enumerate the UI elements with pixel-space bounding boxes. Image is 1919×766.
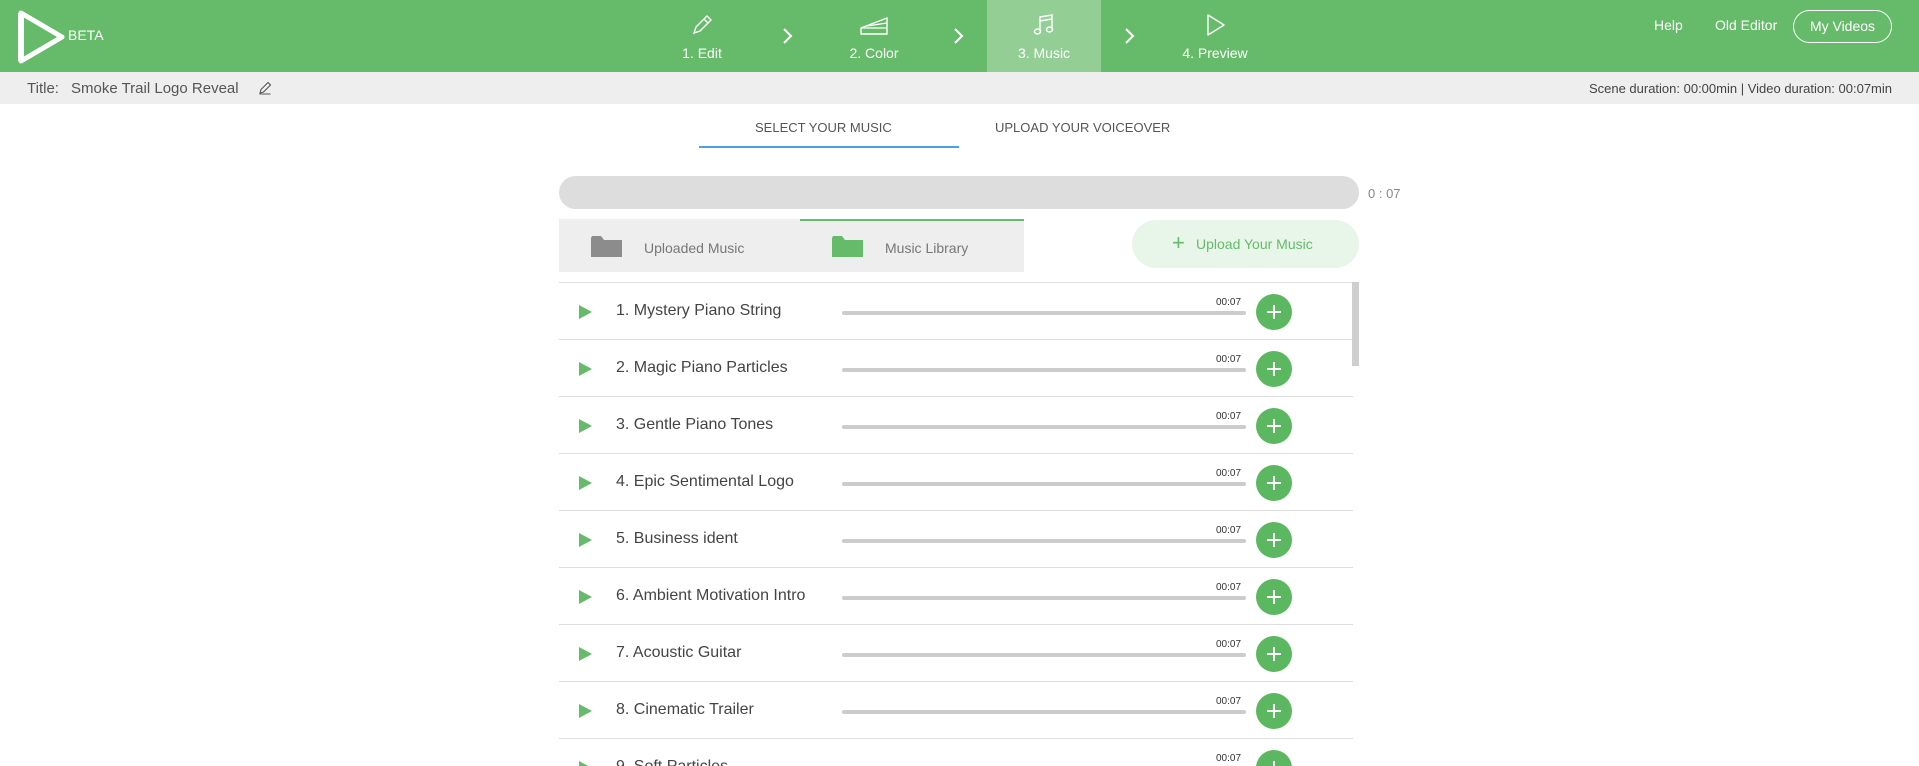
play-icon[interactable] (579, 704, 592, 718)
chevron-right-icon (1125, 28, 1135, 44)
track-list-scrollbar[interactable] (1352, 282, 1359, 366)
track-row[interactable]: 7. Acoustic Guitar 00:07 (559, 625, 1353, 682)
top-navbar: BETA 1. Edit 2. Color 3. Music 4. Previe… (0, 0, 1919, 72)
add-track-button[interactable] (1256, 750, 1292, 766)
track-title: 5. Business ident (616, 530, 738, 547)
track-progress-bar[interactable] (842, 653, 1246, 657)
track-row[interactable]: 9. Soft Particles 00:07 (559, 739, 1353, 766)
tab-upload-voiceover[interactable]: UPLOAD YOUR VOICEOVER (995, 120, 1170, 135)
track-title: 6. Ambient Motivation Intro (616, 587, 806, 604)
track-row[interactable]: 6. Ambient Motivation Intro 00:07 (559, 568, 1353, 625)
track-duration: 00:07 (1216, 525, 1242, 536)
play-icon[interactable] (579, 590, 592, 604)
active-tab-indicator (699, 146, 959, 148)
track-progress-bar[interactable] (842, 368, 1246, 372)
track-progress-bar[interactable] (842, 425, 1246, 429)
track-duration: 00:07 (1216, 582, 1242, 593)
step-edit[interactable]: 1. Edit (645, 0, 759, 72)
play-icon[interactable] (579, 761, 592, 766)
music-source-tabs: Uploaded Music Music Library (559, 219, 1024, 272)
track-progress-bar[interactable] (842, 311, 1246, 315)
video-title[interactable]: Smoke Trail Logo Reveal (71, 80, 239, 97)
edit-title-icon[interactable] (258, 81, 272, 95)
track-progress-bar[interactable] (842, 596, 1246, 600)
tab-music-library[interactable]: Music Library (800, 219, 1024, 272)
track-duration: 00:07 (1216, 639, 1242, 650)
track-progress-bar[interactable] (842, 539, 1246, 543)
track-duration: 00:07 (1216, 354, 1242, 365)
music-timeline[interactable] (559, 176, 1359, 209)
track-title: 1. Mystery Piano String (616, 302, 782, 319)
chevron-right-icon (954, 28, 964, 44)
play-icon[interactable] (579, 476, 592, 490)
track-duration: 00:07 (1216, 297, 1242, 308)
tab-select-music[interactable]: SELECT YOUR MUSIC (755, 120, 892, 135)
track-row[interactable]: 2. Magic Piano Particles 00:07 (559, 340, 1353, 397)
step-color-label: 2. Color (849, 45, 899, 61)
track-title: 7. Acoustic Guitar (616, 644, 742, 661)
help-link[interactable]: Help (1654, 17, 1683, 33)
track-title: 8. Cinematic Trailer (616, 701, 754, 718)
track-row[interactable]: 3. Gentle Piano Tones 00:07 (559, 397, 1353, 454)
step-edit-label: 1. Edit (682, 45, 722, 61)
add-track-button[interactable] (1256, 294, 1292, 330)
upload-music-label: Upload Your Music (1196, 236, 1313, 252)
step-music-label: 3. Music (1017, 45, 1071, 61)
track-row[interactable]: 1. Mystery Piano String 00:07 (559, 283, 1353, 340)
timeline-total-time: 0 : 07 (1368, 186, 1401, 201)
track-list: 1. Mystery Piano String 00:07 2. Magic P… (559, 282, 1353, 766)
app-logo-icon[interactable] (18, 10, 66, 64)
track-progress-bar[interactable] (842, 482, 1246, 486)
title-label: Title: (27, 80, 59, 97)
step-color[interactable]: 2. Color (817, 0, 931, 72)
folder-icon (832, 236, 863, 257)
track-row[interactable]: 5. Business ident 00:07 (559, 511, 1353, 568)
track-duration: 00:07 (1216, 753, 1242, 764)
play-icon[interactable] (579, 305, 592, 319)
music-note-icon (1033, 14, 1054, 35)
folder-icon (591, 236, 622, 257)
track-row[interactable]: 8. Cinematic Trailer 00:07 (559, 682, 1353, 739)
color-palette-icon (860, 16, 888, 35)
step-preview[interactable]: 4. Preview (1158, 0, 1272, 72)
track-title: 9. Soft Particles (616, 758, 728, 766)
track-progress-bar[interactable] (842, 710, 1246, 714)
play-icon[interactable] (579, 533, 592, 547)
music-library-label: Music Library (885, 240, 969, 256)
plus-icon: + (1172, 230, 1185, 255)
play-icon[interactable] (579, 362, 592, 376)
track-title: 3. Gentle Piano Tones (616, 416, 774, 433)
add-track-button[interactable] (1256, 636, 1292, 672)
add-track-button[interactable] (1256, 693, 1292, 729)
track-duration: 00:07 (1216, 696, 1242, 707)
uploaded-music-label: Uploaded Music (644, 240, 745, 256)
duration-info: Scene duration: 00:00min | Video duratio… (1588, 81, 1892, 96)
track-row[interactable]: 4. Epic Sentimental Logo 00:07 (559, 454, 1353, 511)
add-track-button[interactable] (1256, 579, 1292, 615)
title-bar: Title: Smoke Trail Logo Reveal Scene dur… (0, 72, 1919, 104)
step-music[interactable]: 3. Music (987, 0, 1101, 72)
play-icon (1207, 14, 1225, 36)
chevron-right-icon (783, 28, 793, 44)
pencil-icon (692, 15, 712, 35)
my-videos-button[interactable]: My Videos (1793, 10, 1892, 43)
add-track-button[interactable] (1256, 408, 1292, 444)
add-track-button[interactable] (1256, 522, 1292, 558)
play-icon[interactable] (579, 419, 592, 433)
beta-badge: BETA (68, 27, 104, 43)
play-icon[interactable] (579, 647, 592, 661)
add-track-button[interactable] (1256, 465, 1292, 501)
track-duration: 00:07 (1216, 411, 1242, 422)
tab-uploaded-music[interactable]: Uploaded Music (559, 219, 783, 272)
track-title: 4. Epic Sentimental Logo (616, 473, 794, 490)
add-track-button[interactable] (1256, 351, 1292, 387)
step-preview-label: 4. Preview (1182, 45, 1248, 61)
old-editor-link[interactable]: Old Editor (1715, 17, 1777, 33)
upload-music-button[interactable]: + Upload Your Music (1132, 220, 1359, 268)
track-title: 2. Magic Piano Particles (616, 359, 788, 376)
track-duration: 00:07 (1216, 468, 1242, 479)
